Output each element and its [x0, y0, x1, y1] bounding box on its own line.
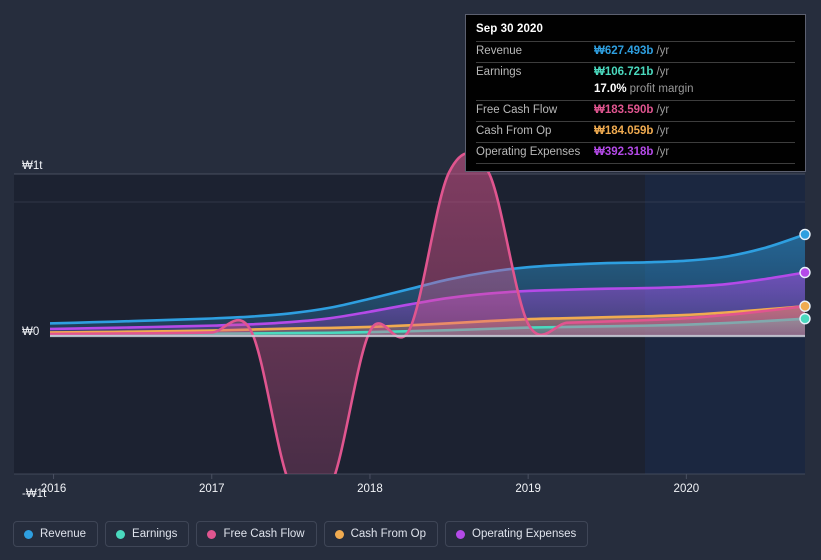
tooltip-value-profit-margin: 17.0% — [594, 83, 627, 95]
legend-dot-earnings — [116, 529, 126, 539]
y-axis-tick-label: ₩0 — [22, 326, 39, 338]
x-axis-tick-label: 2016 — [41, 483, 67, 495]
legend-label-earnings: Earnings — [132, 528, 178, 540]
x-axis-tick-label: 2017 — [199, 483, 225, 495]
tooltip-unit-revenue: /yr — [656, 45, 670, 57]
tooltip-value-cash-from-op: ₩184.059b — [594, 125, 654, 137]
tooltip-bottom-divider — [476, 163, 795, 166]
chart-tooltip: Sep 30 2020 Revenue ₩627.493b /yr Earnin… — [465, 14, 806, 172]
tooltip-unit-free-cash-flow: /yr — [656, 104, 670, 116]
x-axis-tick-label: 2019 — [515, 483, 541, 495]
tooltip-row-cash-from-op: Cash From Op ₩184.059b /yr — [476, 121, 795, 142]
end-marker-operating-expenses — [799, 266, 811, 279]
tooltip-date: Sep 30 2020 — [476, 23, 543, 35]
legend-item-revenue[interactable]: Revenue — [13, 521, 99, 547]
legend-item-earnings[interactable]: Earnings — [105, 521, 190, 547]
y-axis-tick-label: ₩1t — [22, 160, 43, 172]
tooltip-value-earnings: ₩106.721b — [594, 66, 654, 78]
tooltip-label-operating-expenses: Operating Expenses — [476, 146, 581, 158]
legend-dot-free-cash-flow — [207, 529, 217, 539]
tooltip-label-cash-from-op: Cash From Op — [476, 125, 552, 137]
legend-item-free-cash-flow[interactable]: Free Cash Flow — [196, 521, 317, 547]
tooltip-unit-earnings: /yr — [656, 66, 670, 78]
x-axis-tick-label: 2018 — [357, 483, 383, 495]
tooltip-row-earnings: Earnings ₩106.721b /yr — [476, 62, 795, 83]
tooltip-label-earnings: Earnings — [476, 66, 522, 78]
tooltip-label-profit-margin: profit margin — [629, 83, 694, 95]
tooltip-unit-cash-from-op: /yr — [656, 125, 670, 137]
x-axis-tick-label: 2020 — [674, 483, 700, 495]
tooltip-row-free-cash-flow: Free Cash Flow ₩183.590b /yr — [476, 100, 795, 121]
tooltip-row-revenue: Revenue ₩627.493b /yr — [476, 41, 795, 62]
end-marker-cash-from-op — [799, 300, 811, 312]
legend-item-operating-expenses[interactable]: Operating Expenses — [445, 521, 589, 547]
legend-label-free-cash-flow: Free Cash Flow — [223, 528, 305, 540]
legend-label-revenue: Revenue — [40, 528, 87, 540]
legend-dot-cash-from-op — [334, 529, 344, 539]
end-marker-earnings — [799, 312, 811, 325]
legend-label-cash-from-op: Cash From Op — [350, 528, 427, 540]
legend-dot-operating-expenses — [456, 529, 466, 539]
legend-item-cash-from-op[interactable]: Cash From Op — [323, 521, 439, 547]
tooltip-row-operating-expenses: Operating Expenses ₩392.318b /yr — [476, 142, 795, 163]
chart-legend: Revenue Earnings Free Cash Flow Cash Fro… — [13, 521, 589, 547]
legend-dot-revenue — [24, 529, 33, 539]
tooltip-row-profit-margin: 17.0% profit margin — [476, 83, 795, 100]
tooltip-value-free-cash-flow: ₩183.590b — [594, 104, 654, 116]
end-marker-revenue — [799, 228, 811, 241]
tooltip-value-operating-expenses: ₩392.318b — [594, 146, 654, 158]
tooltip-label-free-cash-flow: Free Cash Flow — [476, 104, 558, 116]
tooltip-label-revenue: Revenue — [476, 45, 523, 57]
legend-label-operating-expenses: Operating Expenses — [472, 528, 577, 540]
tooltip-value-revenue: ₩627.493b — [594, 45, 654, 57]
tooltip-unit-operating-expenses: /yr — [656, 146, 670, 158]
